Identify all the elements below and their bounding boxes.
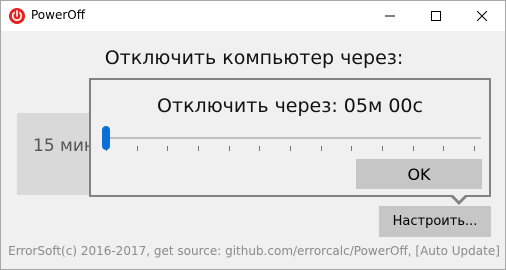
maximize-icon: [431, 11, 441, 21]
power-icon: [9, 8, 25, 24]
slider-tick: [290, 146, 291, 151]
minimize-icon: [385, 15, 395, 17]
slider-tick: [382, 146, 383, 151]
slider-tick: [259, 146, 261, 151]
slider-tick: [198, 146, 199, 151]
main-heading: Отключить компьютер через:: [104, 47, 404, 69]
title-bar[interactable]: PowerOff: [1, 1, 505, 31]
window-title: PowerOff: [31, 8, 85, 22]
slider-thumb[interactable]: [102, 126, 110, 150]
slider-tick: [136, 146, 138, 151]
maximize-button[interactable]: [413, 1, 459, 31]
slider-track[interactable]: [105, 137, 481, 139]
popup-title: Отключить через: 05м 00с: [157, 95, 423, 117]
close-button[interactable]: [459, 1, 505, 31]
settings-button[interactable]: Настроить...: [379, 206, 491, 237]
popup-pointer-fill: [452, 194, 466, 201]
preset-label: 15 мин: [33, 136, 96, 156]
slider-tick: [443, 146, 445, 151]
slider-tick: [167, 146, 169, 151]
app-window: PowerOff Отключить компьютер через: 15 м…: [0, 0, 506, 270]
slider-tick: [320, 146, 322, 151]
slider-tick: [228, 146, 230, 151]
slider-tick: [474, 146, 475, 151]
slider-tick: [351, 146, 353, 151]
minimize-button[interactable]: [367, 1, 413, 31]
close-icon: [477, 11, 487, 21]
timer-popup: Отключить через: 05м 00с OK: [89, 78, 491, 197]
footer-text[interactable]: ErrorSoft(c) 2016-2017, get source: gith…: [1, 244, 506, 258]
ok-button[interactable]: OK: [356, 159, 482, 189]
slider-tick: [412, 146, 414, 151]
